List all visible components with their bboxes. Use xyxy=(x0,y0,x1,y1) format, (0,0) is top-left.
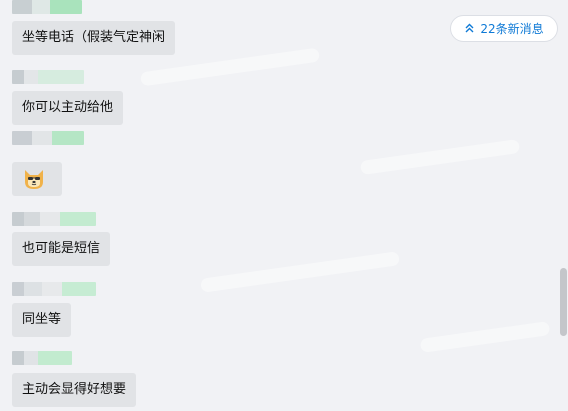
message-bubble[interactable]: 你可以主动给他 xyxy=(12,91,124,125)
sender-name-blurred xyxy=(12,131,84,145)
message-bubble[interactable]: 坐等电话（假装气定神闲 xyxy=(12,21,176,55)
chat-message-list[interactable]: 坐等电话（假装气定神闲 你可以主动给他 也可能是短信 同坐等 主动会显得好想要 … xyxy=(0,0,568,411)
message-text: 也可能是短信 xyxy=(22,241,101,256)
sender-name-blurred xyxy=(12,212,96,226)
message-bubble[interactable]: 同坐等 xyxy=(12,303,72,337)
background-watermark xyxy=(419,321,551,353)
message-bubble[interactable]: 也可能是短信 xyxy=(12,232,111,266)
message-text: 你可以主动给他 xyxy=(22,100,114,115)
background-watermark xyxy=(359,138,521,176)
message-bubble[interactable]: 主动会显得好想要 xyxy=(12,373,137,407)
doge-emoji-icon xyxy=(25,170,43,189)
scrollbar-thumb[interactable] xyxy=(560,268,567,336)
sender-name-blurred xyxy=(12,70,84,84)
sender-name-blurred xyxy=(12,0,82,14)
new-messages-button[interactable]: 22条新消息 xyxy=(450,15,558,42)
sender-name-blurred xyxy=(12,282,96,296)
message-text: 同坐等 xyxy=(22,312,62,327)
double-chevron-up-icon xyxy=(465,23,474,33)
message-text: 坐等电话（假装气定神闲 xyxy=(22,30,166,45)
message-text: 主动会显得好想要 xyxy=(22,382,127,397)
message-bubble-emoji[interactable] xyxy=(12,162,62,196)
new-messages-label: 22条新消息 xyxy=(480,22,544,36)
background-watermark xyxy=(199,251,401,293)
sender-name-blurred xyxy=(12,351,72,365)
